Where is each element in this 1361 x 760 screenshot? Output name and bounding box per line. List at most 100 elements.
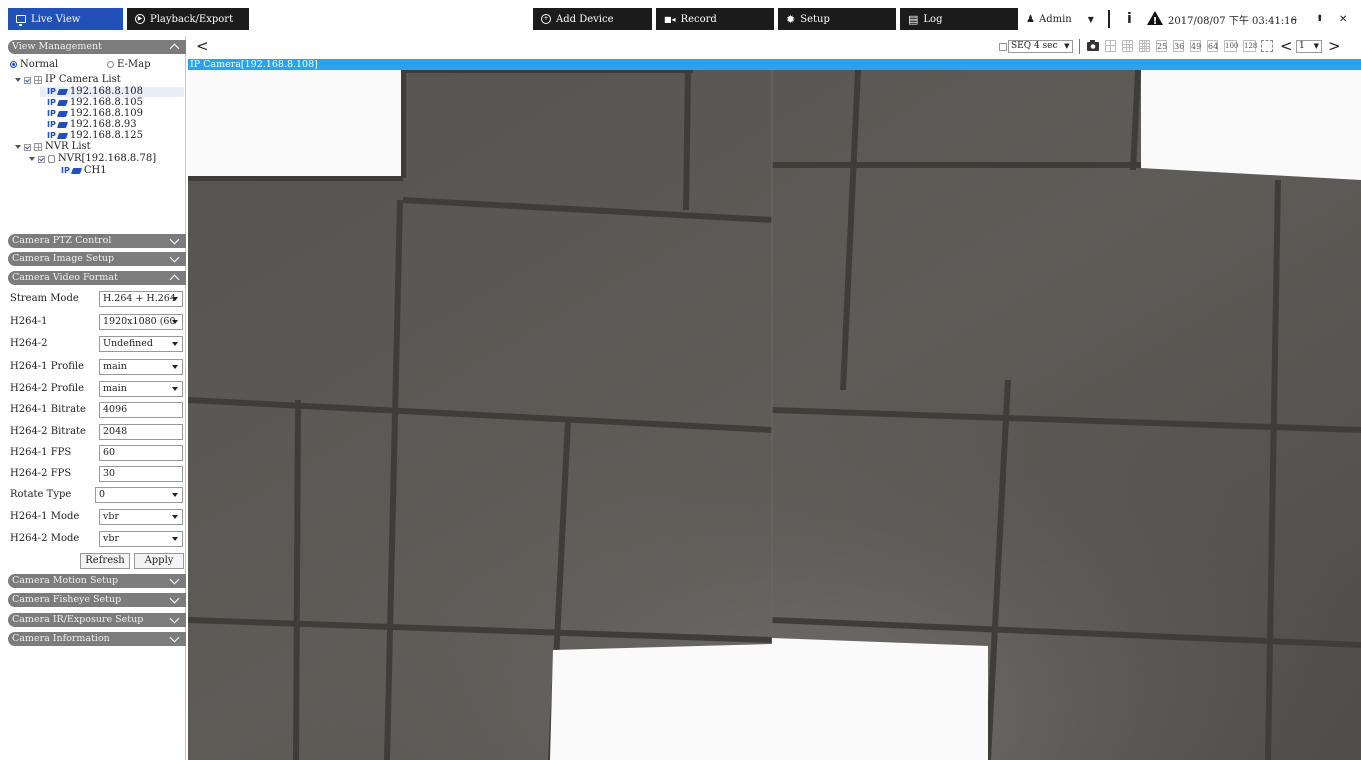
- expand-triangle-icon[interactable]: [15, 78, 21, 82]
- refresh-button[interactable]: Refresh: [80, 553, 130, 569]
- tab-log-label: Log: [923, 13, 943, 25]
- tree-nvr-list[interactable]: NVR List: [15, 142, 91, 152]
- tree-camera-item[interactable]: IP 192.168.8.125: [47, 131, 143, 141]
- layout-128-button[interactable]: 128: [1243, 40, 1257, 52]
- layout-100-button[interactable]: 100: [1224, 40, 1238, 52]
- motion-setup-title: Camera Motion Setup: [12, 575, 119, 586]
- h264-1-mode-select[interactable]: vbr: [99, 509, 183, 525]
- chevron-down-icon: [168, 252, 182, 266]
- radio-normal[interactable]: [10, 61, 17, 68]
- user-icon: ♟: [1026, 13, 1035, 25]
- seq-select[interactable]: SEQ 4 sec ▼: [1008, 40, 1073, 53]
- ptz-control-header[interactable]: Camera PTZ Control: [8, 234, 186, 248]
- view-management-header[interactable]: View Management: [8, 40, 186, 54]
- tab-playback-export-label: Playback/Export: [150, 13, 234, 25]
- minimize-button[interactable]: –: [1292, 8, 1297, 30]
- h264-1-profile-select[interactable]: main: [99, 359, 183, 375]
- camera-icon: [56, 133, 68, 139]
- motion-setup-header[interactable]: Camera Motion Setup: [8, 574, 186, 588]
- expand-triangle-icon[interactable]: [15, 145, 21, 149]
- user-name: Admin: [1038, 13, 1072, 25]
- prev-page-button[interactable]: <: [1280, 37, 1293, 55]
- h264-1-bitrate-input[interactable]: 4096: [99, 402, 183, 418]
- radio-emap[interactable]: [107, 61, 114, 68]
- video-camera-icon: ■◂: [664, 14, 676, 24]
- tree-camera-item[interactable]: IP 192.168.8.108: [47, 87, 143, 97]
- nvr-channel-label: CH1: [83, 165, 107, 176]
- ip-camera-list-label: IP Camera List: [45, 74, 121, 85]
- ip-badge-icon: IP: [61, 166, 70, 175]
- ptz-control-title: Camera PTZ Control: [12, 235, 112, 246]
- tree-nvr-item[interactable]: NVR[192.168.8.78]: [29, 154, 156, 164]
- snapshot-button[interactable]: [1087, 40, 1099, 51]
- camera-ip-label: 192.168.8.93: [69, 119, 137, 130]
- layout-9-icon: [1123, 41, 1132, 51]
- restore-button[interactable]: ⬆: [1316, 8, 1324, 30]
- h264-1-fps-input[interactable]: 60: [99, 445, 183, 461]
- layout-16-button[interactable]: [1139, 40, 1150, 52]
- h264-2-mode-select[interactable]: vbr: [99, 531, 183, 547]
- ir-exposure-setup-header[interactable]: Camera IR/Exposure Setup: [8, 613, 186, 627]
- h264-2-bitrate-input[interactable]: 2048: [99, 424, 183, 440]
- tree-nvr-channel[interactable]: IP CH1: [61, 166, 107, 176]
- page-select[interactable]: 1 ▼: [1296, 40, 1322, 53]
- rotate-type-label: Rotate Type: [10, 489, 72, 500]
- tree-camera-item[interactable]: IP 192.168.8.109: [47, 109, 143, 119]
- fisheye-setup-header[interactable]: Camera Fisheye Setup: [8, 593, 186, 607]
- monitor-icon: [16, 15, 26, 26]
- fullscreen-icon: [1261, 40, 1273, 52]
- h264-1-resolution-select[interactable]: 1920x1080 (60fps): [99, 314, 183, 330]
- h264-2-fps-label: H264-2 FPS: [10, 468, 72, 479]
- user-menu[interactable]: ♟ Admin ▼: [1026, 8, 1094, 30]
- view-mode-normal[interactable]: Normal: [10, 59, 58, 70]
- live-video-feed[interactable]: [188, 70, 1361, 760]
- tab-live-view[interactable]: Live View: [8, 8, 123, 30]
- video-format-header[interactable]: Camera Video Format: [8, 271, 186, 285]
- svg-text:!: !: [1153, 16, 1158, 26]
- layout-36-button[interactable]: 36: [1173, 40, 1184, 52]
- nvr-label: NVR[192.168.8.78]: [58, 153, 157, 164]
- stream-mode-select[interactable]: H.264 + H.264: [99, 291, 183, 307]
- tree-ip-camera-list[interactable]: IP Camera List: [15, 75, 121, 85]
- h264-2-profile-select[interactable]: main: [99, 381, 183, 397]
- next-page-button[interactable]: >: [1328, 37, 1341, 55]
- seq-toggle[interactable]: SEQ 4 sec ▼: [999, 40, 1073, 53]
- close-icon: ✕: [1339, 13, 1348, 25]
- seq-checkbox[interactable]: [999, 42, 1007, 51]
- alert-button[interactable]: !: [1146, 10, 1164, 27]
- layout-64-button[interactable]: 64: [1207, 40, 1218, 52]
- tab-playback-export[interactable]: ▶ Playback/Export: [127, 8, 249, 30]
- view-mode-emap[interactable]: E-Map: [107, 59, 150, 70]
- image-setup-header[interactable]: Camera Image Setup: [8, 252, 186, 266]
- checkbox-nvr[interactable]: [38, 155, 45, 163]
- page-select-value: 1: [1299, 41, 1305, 51]
- tree-camera-item[interactable]: IP 192.168.8.105: [47, 98, 143, 108]
- tab-add-device[interactable]: + Add Device: [533, 8, 652, 30]
- camera-icon: [56, 100, 68, 106]
- apply-button[interactable]: Apply: [134, 553, 184, 569]
- chevron-down-icon: ▼: [1064, 42, 1070, 50]
- fullscreen-button[interactable]: [1261, 40, 1274, 52]
- nvr-list-label: NVR List: [45, 141, 91, 152]
- tab-record[interactable]: ■◂ Record: [656, 8, 774, 30]
- layout-4-icon: [1106, 41, 1115, 51]
- checkbox-nvr-list[interactable]: [24, 143, 31, 151]
- expand-triangle-icon[interactable]: [29, 157, 35, 161]
- layout-25-button[interactable]: 25: [1156, 40, 1167, 52]
- tab-log[interactable]: ▤ Log: [900, 8, 1018, 30]
- layout-9-button[interactable]: [1122, 40, 1133, 52]
- h264-1-label: H264-1: [10, 316, 48, 327]
- layout-1x1-button[interactable]: [1105, 40, 1116, 52]
- camera-information-header[interactable]: Camera Information: [8, 632, 186, 646]
- tab-setup[interactable]: ✹ Setup: [778, 8, 896, 30]
- rotate-type-select[interactable]: 0: [95, 487, 183, 503]
- tab-setup-label: Setup: [800, 13, 830, 25]
- tree-camera-item[interactable]: IP 192.168.8.93: [47, 120, 137, 130]
- close-button[interactable]: ✕: [1339, 8, 1347, 30]
- h264-2-fps-input[interactable]: 30: [99, 466, 183, 482]
- checkbox-ip-camera-list[interactable]: [24, 76, 31, 84]
- layout-49-button[interactable]: 49: [1190, 40, 1201, 52]
- info-button[interactable]: i: [1127, 8, 1132, 30]
- collapse-panel-button[interactable]: <: [196, 37, 209, 55]
- h264-2-resolution-select[interactable]: Undefined: [99, 336, 183, 352]
